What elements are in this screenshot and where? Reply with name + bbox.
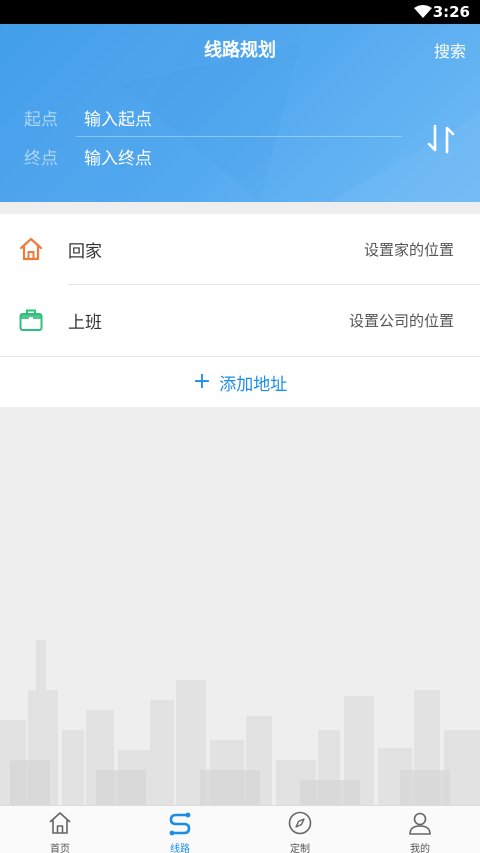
home-outline-icon (49, 812, 71, 834)
place-hint[interactable]: 设置家的位置 (364, 239, 454, 260)
user-icon (409, 812, 431, 835)
place-item-home[interactable]: 回家 设置家的位置 (0, 214, 480, 285)
city-skyline-illustration (0, 640, 480, 806)
tab-route[interactable]: 线路 (120, 806, 240, 853)
wifi-icon (414, 5, 432, 18)
status-bar: 3:26 (0, 0, 480, 24)
end-input[interactable]: 输入终点 (84, 144, 152, 169)
tab-label: 线路 (170, 844, 190, 853)
place-item-work[interactable]: 上班 设置公司的位置 (0, 285, 480, 356)
home-icon (19, 237, 43, 261)
start-point-row[interactable]: 起点 输入起点 (24, 102, 152, 132)
status-time: 3:26 (432, 3, 470, 21)
tab-label: 我的 (410, 844, 430, 853)
add-address-button[interactable]: + 添加地址 (0, 356, 480, 407)
tab-home[interactable]: 首页 (0, 806, 120, 853)
plus-icon: + (192, 369, 212, 394)
route-divider (76, 136, 402, 137)
place-name: 上班 (68, 313, 102, 333)
bottom-tab-bar: 首页 线路 定制 我的 (0, 805, 480, 853)
route-icon (169, 812, 191, 836)
search-button[interactable]: 搜索 (434, 38, 466, 62)
end-point-row[interactable]: 终点 输入终点 (24, 141, 152, 171)
swap-icon[interactable] (424, 122, 458, 156)
place-name: 回家 (68, 242, 102, 262)
saved-places-list: 回家 设置家的位置 上班 设置公司的位置 + 添加地址 (0, 214, 480, 407)
start-label: 起点 (24, 109, 58, 130)
page-title: 线路规划 (204, 40, 276, 61)
end-label: 终点 (24, 148, 58, 169)
start-input[interactable]: 输入起点 (84, 105, 152, 130)
tab-custom[interactable]: 定制 (240, 806, 360, 853)
briefcase-icon (19, 309, 43, 331)
route-header: 线路规划 搜索 起点 输入起点 终点 输入终点 (0, 24, 480, 202)
tab-label: 定制 (290, 844, 310, 853)
tab-label: 首页 (50, 844, 70, 853)
compass-icon (288, 811, 312, 835)
place-hint[interactable]: 设置公司的位置 (349, 310, 454, 331)
add-address-label: 添加地址 (219, 374, 288, 395)
tab-mine[interactable]: 我的 (360, 806, 480, 853)
